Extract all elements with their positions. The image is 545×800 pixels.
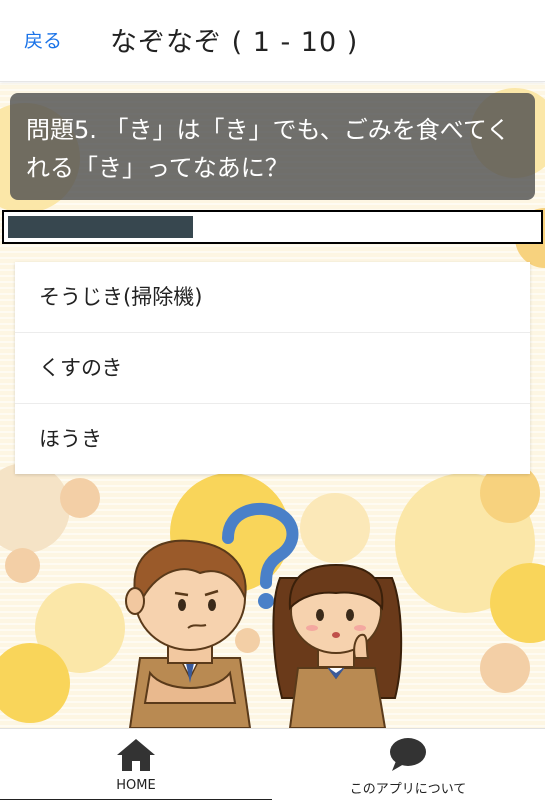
progress-fill — [8, 216, 193, 238]
answer-choices: そうじき(掃除機) くすのき ほうき — [15, 262, 530, 474]
nav-home-label: HOME — [116, 778, 156, 793]
nav-about[interactable]: このアプリについて — [272, 729, 544, 800]
bottom-navigation: HOME このアプリについて — [0, 728, 545, 800]
chat-bubble-icon — [390, 738, 426, 771]
page-title: なぞなぞ ( 1 - 10 ) — [110, 27, 359, 58]
back-button[interactable]: 戻る — [24, 26, 62, 53]
boy-figure — [125, 539, 252, 728]
girl-figure — [272, 563, 403, 728]
students-illustration — [125, 503, 403, 728]
question-text: 問題5. 「き」は「き」でも、ごみを食べてくれる「き」ってなあに？ — [10, 93, 535, 200]
choice-3[interactable]: ほうき — [15, 404, 530, 475]
nav-about-label: このアプリについて — [349, 782, 467, 797]
app-header: 戻る なぞなぞ ( 1 - 10 ) — [0, 0, 545, 82]
home-icon — [117, 739, 155, 771]
nav-home[interactable]: HOME — [0, 729, 272, 800]
choice-2[interactable]: くすのき — [15, 333, 530, 404]
choice-1[interactable]: そうじき(掃除機) — [15, 262, 530, 333]
progress-bar — [2, 210, 543, 244]
